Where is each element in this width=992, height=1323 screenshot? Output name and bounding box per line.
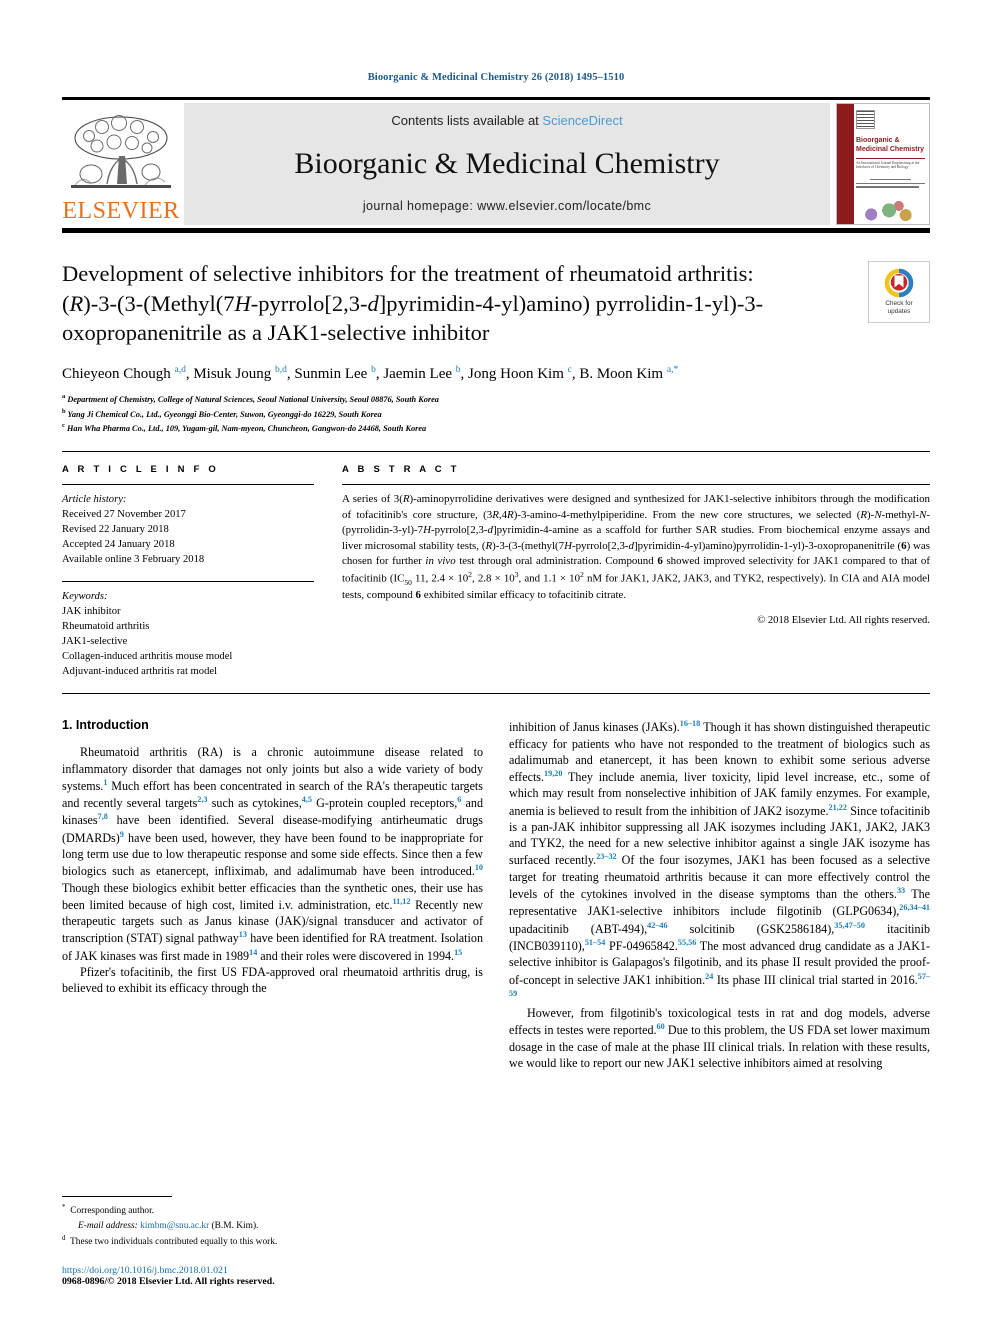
- affiliation-c: c Han Wha Pharma Co., Ltd., 109, Yugam-g…: [62, 421, 427, 433]
- article-info-heading: A R T I C L E I N F O: [62, 463, 219, 475]
- elsevier-tree-icon: [71, 115, 171, 188]
- cover-divider: [856, 157, 925, 159]
- affiliation-b: b Yang Ji Chemical Co., Ltd., Gyeonggi B…: [62, 407, 382, 419]
- elsevier-wordmark: ELSEVIER: [62, 198, 180, 224]
- cover-elsevier-mark: [856, 110, 875, 129]
- footnote-equal-contribution: d These two individuals contributed equa…: [62, 1233, 278, 1247]
- cover-subtitle: An International Journal Emphasising at …: [856, 160, 920, 170]
- footnote-rule: [62, 1196, 172, 1198]
- paragraph: inhibition of Janus kinases (JAKs).16–18…: [509, 719, 931, 998]
- footnote-corresponding-author: * Corresponding author.: [62, 1203, 155, 1217]
- crossmark-label: Check for updates: [885, 300, 913, 315]
- article-info-rule: [62, 483, 314, 485]
- contents-prefix: Contents lists available at: [391, 113, 543, 128]
- email-label: E-mail address:: [78, 1220, 138, 1231]
- doi-block: https://doi.org/10.1016/j.bmc.2018.01.02…: [62, 1265, 466, 1287]
- keyword-item: JAK inhibitor: [62, 606, 121, 618]
- doi-link[interactable]: https://doi.org/10.1016/j.bmc.2018.01.02…: [62, 1265, 466, 1276]
- keyword-item: Adjuvant-induced arthritis rat model: [62, 666, 218, 678]
- article-page: Bioorganic & Medicinal Chemistry 26 (201…: [0, 0, 992, 1323]
- footnote-block: * Corresponding author. E-mail address: …: [62, 1196, 466, 1287]
- issn-copyright-line: 0968-0896/© 2018 Elsevier Ltd. All right…: [62, 1276, 275, 1287]
- body-column-right: inhibition of Janus kinases (JAKs).16–18…: [509, 718, 930, 1071]
- abstract-rule: [342, 483, 930, 485]
- info-abstract-section: A R T I C L E I N F O Article history: R…: [62, 450, 930, 679]
- title-block: Development of selective inhibitors for …: [62, 259, 930, 348]
- keyword-item: Rheumatoid arthritis: [62, 621, 150, 633]
- author-list: Chieyeon Chough a,d, Misuk Joung b,d, Su…: [62, 365, 679, 383]
- cover-text-lines: [856, 178, 925, 188]
- email-owner: (B.M. Kim).: [211, 1220, 259, 1231]
- author-affil-marker: c: [567, 365, 572, 376]
- cover-artwork: [856, 194, 925, 224]
- journal-cover-thumbnail: Bioorganic & Medicinal Chemistry An Inte…: [836, 103, 930, 225]
- page-title: Development of selective inhibitors for …: [62, 261, 764, 346]
- history-received: Received 27 November 2017: [62, 508, 186, 520]
- keywords-label: Keywords:: [62, 591, 108, 603]
- journal-title: Bioorganic & Medicinal Chemistry: [294, 146, 720, 180]
- cover-title: Bioorganic & Medicinal Chemistry: [856, 137, 925, 153]
- journal-homepage-link[interactable]: journal homepage: www.elsevier.com/locat…: [363, 199, 651, 213]
- running-head: Bioorganic & Medicinal Chemistry 26 (201…: [367, 72, 625, 83]
- history-revised: Revised 22 January 2018: [62, 523, 169, 535]
- elsevier-logo: ELSEVIER: [62, 103, 180, 225]
- body-columns: 1. Introduction Rheumatoid arthritis (RA…: [62, 718, 930, 1071]
- author-affil-marker: a,d: [174, 365, 186, 376]
- author-affil-marker: b: [455, 365, 461, 376]
- author-affil-marker: b: [371, 365, 376, 376]
- body-column-left: 1. Introduction Rheumatoid arthritis (RA…: [62, 718, 483, 1071]
- footnote-email: E-mail address: kimbm@snu.ac.kr (B.M. Ki…: [62, 1219, 466, 1233]
- email-link[interactable]: kimbm@snu.ac.kr: [140, 1221, 209, 1231]
- paragraph: Pfizer's tofacitinib, the first US FDA-a…: [62, 964, 483, 996]
- corresponding-marker: *: [673, 365, 679, 376]
- journal-masthead: ELSEVIER Contents lists available at Sci…: [62, 97, 930, 233]
- abstract-heading: A B S T R A C T: [342, 463, 460, 475]
- corresponding-author-text: Corresponding author.: [70, 1206, 155, 1217]
- keywords-rule: [62, 581, 314, 583]
- masthead-center: Contents lists available at ScienceDirec…: [184, 103, 830, 225]
- section-divider: [62, 693, 930, 695]
- paragraph: However, from filgotinib's toxicological…: [509, 1006, 930, 1070]
- abstract-copyright: © 2018 Elsevier Ltd. All rights reserved…: [757, 615, 930, 626]
- section-heading-introduction: 1. Introduction: [62, 718, 149, 733]
- cover-side-band: [837, 104, 854, 224]
- affiliation-list: a Department of Chemistry, College of Na…: [62, 392, 930, 435]
- abstract-text: A series of 3(R)-aminopyrrolidine deriva…: [342, 492, 931, 602]
- equal-contribution-text: These two individuals contributed equall…: [70, 1236, 278, 1247]
- history-accepted: Accepted 24 January 2018: [62, 539, 175, 551]
- keywords-block: Keywords: JAK inhibitor Rheumatoid arthr…: [62, 581, 314, 679]
- affiliation-a: a Department of Chemistry, College of Na…: [62, 393, 439, 405]
- paragraph: Rheumatoid arthritis (RA) is a chronic a…: [62, 745, 483, 963]
- contents-available-line: Contents lists available at ScienceDirec…: [391, 113, 622, 128]
- crossmark-badge[interactable]: Check for updates: [868, 261, 930, 323]
- article-info-column: A R T I C L E I N F O Article history: R…: [62, 464, 342, 679]
- sciencedirect-link[interactable]: ScienceDirect: [542, 113, 622, 128]
- history-available-online: Available online 3 February 2018: [62, 554, 205, 566]
- article-history-label: Article history:: [62, 493, 127, 505]
- crossmark-icon: [884, 268, 914, 298]
- keyword-item: JAK1-selective: [62, 636, 128, 648]
- keyword-item: Collagen-induced arthritis mouse model: [62, 651, 233, 663]
- author-affil-marker: b,d: [275, 365, 287, 376]
- abstract-column: A B S T R A C T A series of 3(R)-aminopy…: [342, 464, 930, 679]
